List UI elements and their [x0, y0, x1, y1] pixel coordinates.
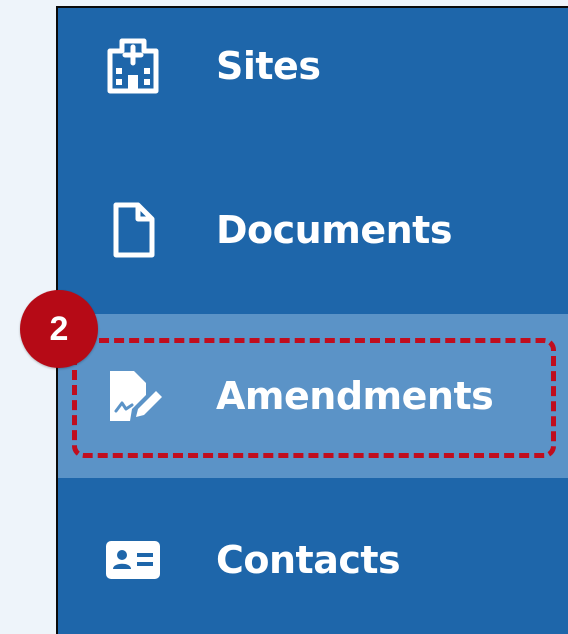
contact-card-icon [102, 529, 164, 591]
sidebar-item-documents[interactable]: Documents [58, 148, 568, 312]
sidebar-item-contacts[interactable]: Contacts [58, 478, 568, 634]
file-signature-icon [102, 365, 164, 427]
sidebar-item-label: Sites [216, 44, 321, 88]
document-icon [102, 199, 164, 261]
sidebar-item-sites[interactable]: Sites [58, 0, 568, 148]
tutorial-screenshot: Sites Documents Amendments Contacts 2 [0, 0, 568, 634]
sidebar-item-label: Contacts [216, 538, 401, 582]
sidebar-item-amendments[interactable]: Amendments [58, 314, 568, 478]
step-number-badge: 2 [20, 290, 98, 368]
hospital-building-icon [102, 35, 164, 97]
sidebar-item-label: Amendments [216, 374, 494, 418]
sidebar-item-label: Documents [216, 208, 452, 252]
sidebar-nav: Sites Documents Amendments Contacts [56, 6, 568, 634]
